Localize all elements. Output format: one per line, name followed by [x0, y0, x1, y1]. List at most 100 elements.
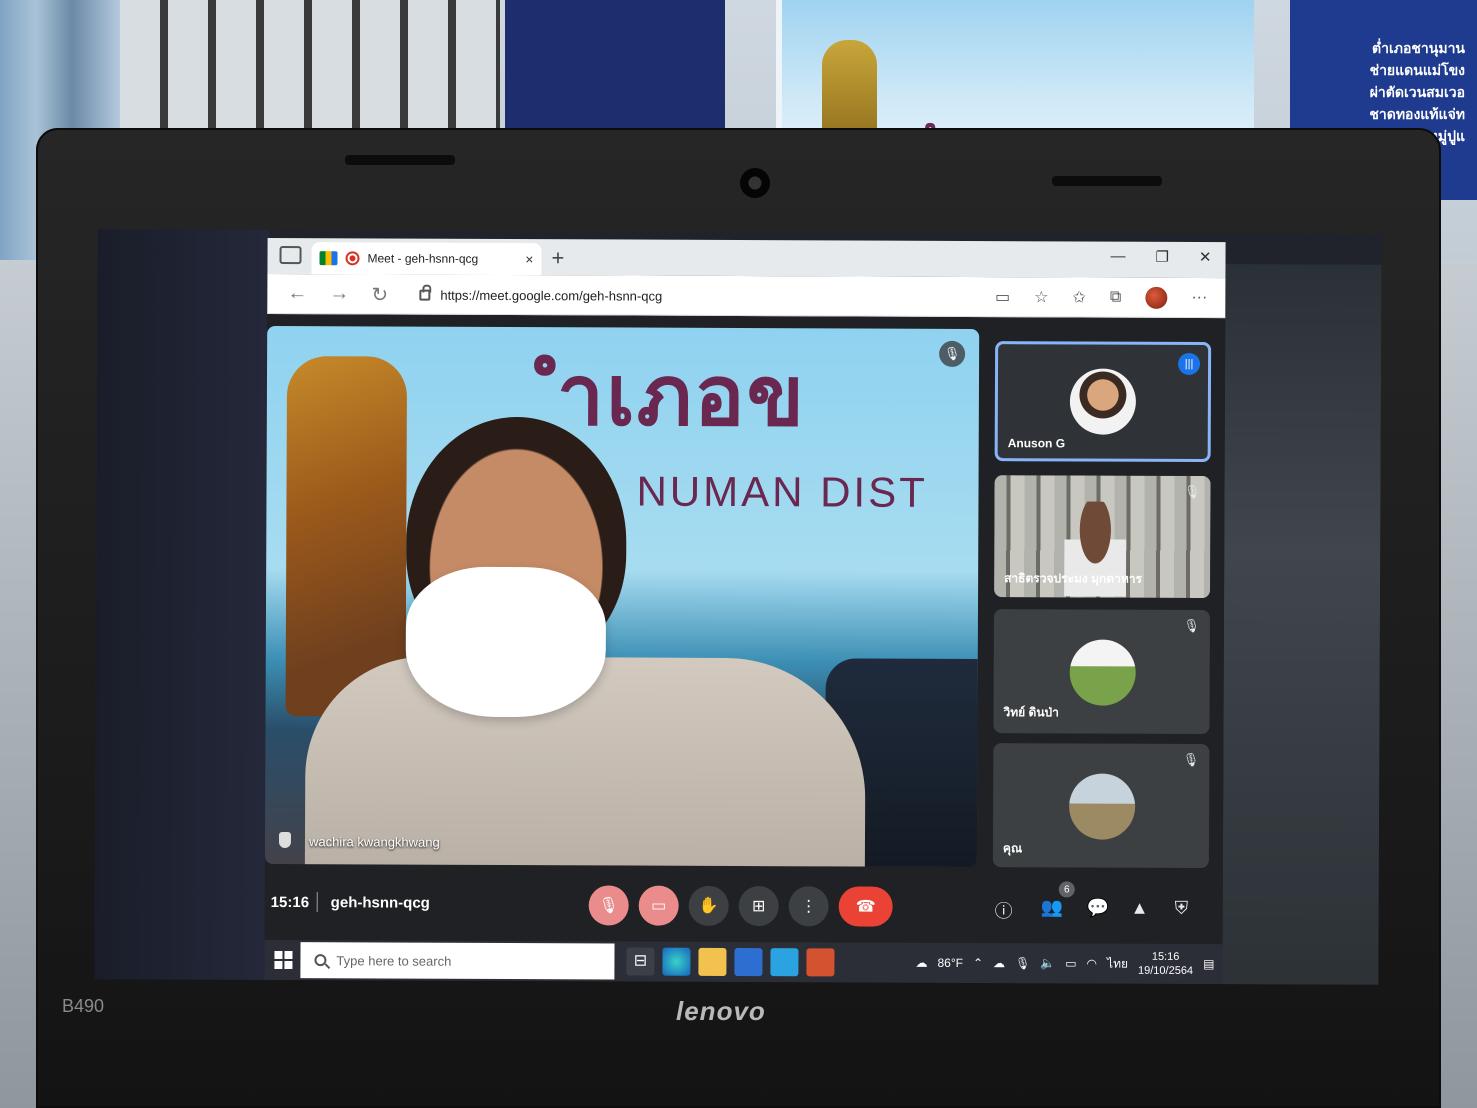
- laptop-screen: Meet - geh-hsnn-qcg × + — ❐ ✕ ← → ↻ http…: [94, 229, 1382, 985]
- screen-reflection: [1222, 264, 1382, 985]
- taskbar-clock[interactable]: 15:16 19/10/2564: [1138, 950, 1193, 978]
- restore-button[interactable]: ❐: [1155, 248, 1169, 266]
- profile-avatar[interactable]: [1145, 286, 1168, 309]
- windows-start-icon[interactable]: [274, 950, 293, 970]
- participant-tile[interactable]: 🎙 คุณ: [992, 743, 1210, 869]
- more-vert-icon: ⋮: [800, 898, 817, 916]
- close-tab-icon[interactable]: ×: [525, 251, 533, 267]
- brand-logo: lenovo: [676, 996, 766, 1026]
- wifi-icon[interactable]: ◠: [1087, 957, 1098, 971]
- task-view-icon[interactable]: ⊟: [626, 947, 655, 976]
- powerpoint-icon[interactable]: [806, 948, 835, 977]
- minimize-button[interactable]: —: [1110, 248, 1125, 266]
- address-bar: ← → ↻ https://meet.google.com/geh-hsnn-q…: [267, 273, 1226, 319]
- present-button[interactable]: ⊞: [738, 886, 779, 927]
- meet-control-bar: 15:16 geh-hsnn-qcg 🎙 ▭ ✋ ⊞ ⋮ ☎ ⓘ 👥 6 💬 ▲…: [265, 874, 1223, 942]
- camera-toggle-button[interactable]: ▭: [638, 885, 679, 926]
- participant-name: wachira kwangkhwang: [308, 834, 440, 850]
- participant-tile[interactable]: 🎙 สาธิตรวจประมง มุกดาหาร: [994, 475, 1211, 599]
- people-icon[interactable]: 👥: [1041, 897, 1064, 918]
- tab-actions-icon[interactable]: [279, 245, 302, 265]
- bezel-slot: [345, 155, 455, 165]
- url-field[interactable]: https://meet.google.com/geh-hsnn-qcg: [407, 281, 1007, 312]
- participant-name: วิทย์ ดินป่า: [1003, 705, 1059, 720]
- hangup-icon: ☎: [855, 898, 876, 916]
- weather-icon[interactable]: ☁: [915, 956, 927, 970]
- battery-icon[interactable]: ▭: [1065, 956, 1076, 970]
- mic-off-icon: 🎙: [1183, 617, 1200, 634]
- file-explorer-icon[interactable]: [698, 947, 727, 976]
- clock-date: 19/10/2564: [1137, 964, 1194, 977]
- forward-icon[interactable]: →: [329, 282, 349, 305]
- search-icon: [314, 954, 327, 967]
- close-window-button[interactable]: ✕: [1199, 248, 1212, 266]
- activities-icon[interactable]: ▲: [1131, 898, 1149, 919]
- backdrop-banner-text: ำเภอข: [556, 346, 807, 446]
- chevron-up-icon[interactable]: ⌃: [973, 956, 983, 970]
- temperature: 86°F: [937, 955, 964, 970]
- sign-line: ช่ายแดนแม่โขง: [1369, 63, 1465, 79]
- collections-icon[interactable]: ⧉: [1110, 289, 1122, 307]
- lock-icon: [419, 289, 431, 301]
- mic-off-icon: 🎙: [1182, 751, 1200, 768]
- chat-icon[interactable]: 💬: [1087, 898, 1110, 919]
- camera-off-icon: ▭: [651, 897, 667, 915]
- url-text: https://meet.google.com/geh-hsnn-qcg: [440, 287, 663, 304]
- meeting-code: geh-hsnn-qcg: [330, 894, 430, 912]
- search-placeholder: Type here to search: [336, 952, 452, 969]
- sign-line: ต่ำเภอชานุมาน: [1372, 41, 1465, 57]
- more-options-button[interactable]: ⋮: [788, 886, 829, 927]
- mic-off-icon: 🎙: [1183, 483, 1201, 500]
- onedrive-icon[interactable]: ☁: [993, 956, 1005, 970]
- new-tab-button[interactable]: +: [551, 245, 564, 271]
- volume-icon[interactable]: 🔈: [1040, 956, 1055, 970]
- browser-toolbar: ▭ ☆ ✩ ⧉ ···: [995, 286, 1207, 309]
- meeting-time: 15:16: [270, 893, 310, 912]
- main-video-tile[interactable]: ำเภอข NUMAN DIST 🎙 wachira kwangkhwang: [264, 325, 980, 868]
- tab-title: Meet - geh-hsnn-qcg: [367, 251, 479, 266]
- participant-tile[interactable]: 🎙 วิทย์ ดินป่า: [993, 609, 1210, 735]
- divider: [316, 892, 318, 913]
- back-icon[interactable]: ←: [287, 282, 307, 305]
- host-controls-icon[interactable]: ⛨: [1175, 898, 1189, 919]
- desktop-background: [94, 229, 270, 980]
- more-menu-icon[interactable]: ···: [1191, 289, 1207, 307]
- speaking-icon: |||: [1178, 352, 1201, 376]
- hand-icon: ✋: [698, 897, 719, 915]
- notifications-icon[interactable]: ▤: [1203, 957, 1214, 971]
- sign-line: ชาดทองแท้แจ่ท: [1369, 107, 1465, 123]
- avatar: [1068, 773, 1136, 840]
- recording-icon: [345, 251, 360, 266]
- pin-icon[interactable]: [278, 831, 292, 849]
- participant-tile[interactable]: ||| Anuson G: [994, 341, 1212, 463]
- face-mask: [405, 566, 607, 718]
- leave-call-button[interactable]: ☎: [838, 886, 893, 927]
- refresh-icon[interactable]: ↻: [371, 282, 388, 307]
- participant-name: สาธิตรวจประมง มุกดาหาร: [1004, 571, 1142, 586]
- system-tray: ☁ 86°F ⌃ ☁ 🎙 🔈 ▭ ◠ ไทย 15:16 19/10/2564 …: [915, 943, 1214, 984]
- microphone-icon[interactable]: 🎙: [1015, 956, 1030, 970]
- edge-icon[interactable]: [662, 947, 691, 976]
- mic-toggle-button[interactable]: 🎙: [588, 885, 629, 926]
- bezel-slot: [1052, 176, 1162, 186]
- camera-icon[interactable]: ▭: [995, 287, 1010, 307]
- mail-icon[interactable]: [770, 948, 799, 977]
- mic-off-icon: 🎙: [939, 340, 966, 367]
- meet-icon: [319, 251, 338, 266]
- info-icon[interactable]: ⓘ: [995, 897, 1013, 923]
- sign-line: ผ่าตัดเวนสมเวอ: [1369, 85, 1465, 101]
- window-controls: — ❐ ✕: [1110, 248, 1211, 266]
- model-label: B490: [62, 996, 105, 1016]
- avatar: [1069, 368, 1137, 435]
- favorites-icon[interactable]: ✩: [1072, 287, 1085, 307]
- tab-bar: Meet - geh-hsnn-qcg × + — ❐ ✕: [267, 237, 1226, 279]
- tab-meet[interactable]: Meet - geh-hsnn-qcg ×: [311, 242, 542, 276]
- store-icon[interactable]: [734, 947, 763, 977]
- backdrop-banner-subtext: NUMAN DIST: [636, 467, 928, 516]
- taskbar-search[interactable]: Type here to search: [300, 942, 615, 980]
- add-favorite-icon[interactable]: ☆: [1034, 287, 1048, 307]
- participant-name: คุณ: [1002, 841, 1023, 856]
- input-language[interactable]: ไทย: [1107, 954, 1128, 973]
- present-icon: ⊞: [751, 898, 766, 916]
- raise-hand-button[interactable]: ✋: [688, 885, 729, 926]
